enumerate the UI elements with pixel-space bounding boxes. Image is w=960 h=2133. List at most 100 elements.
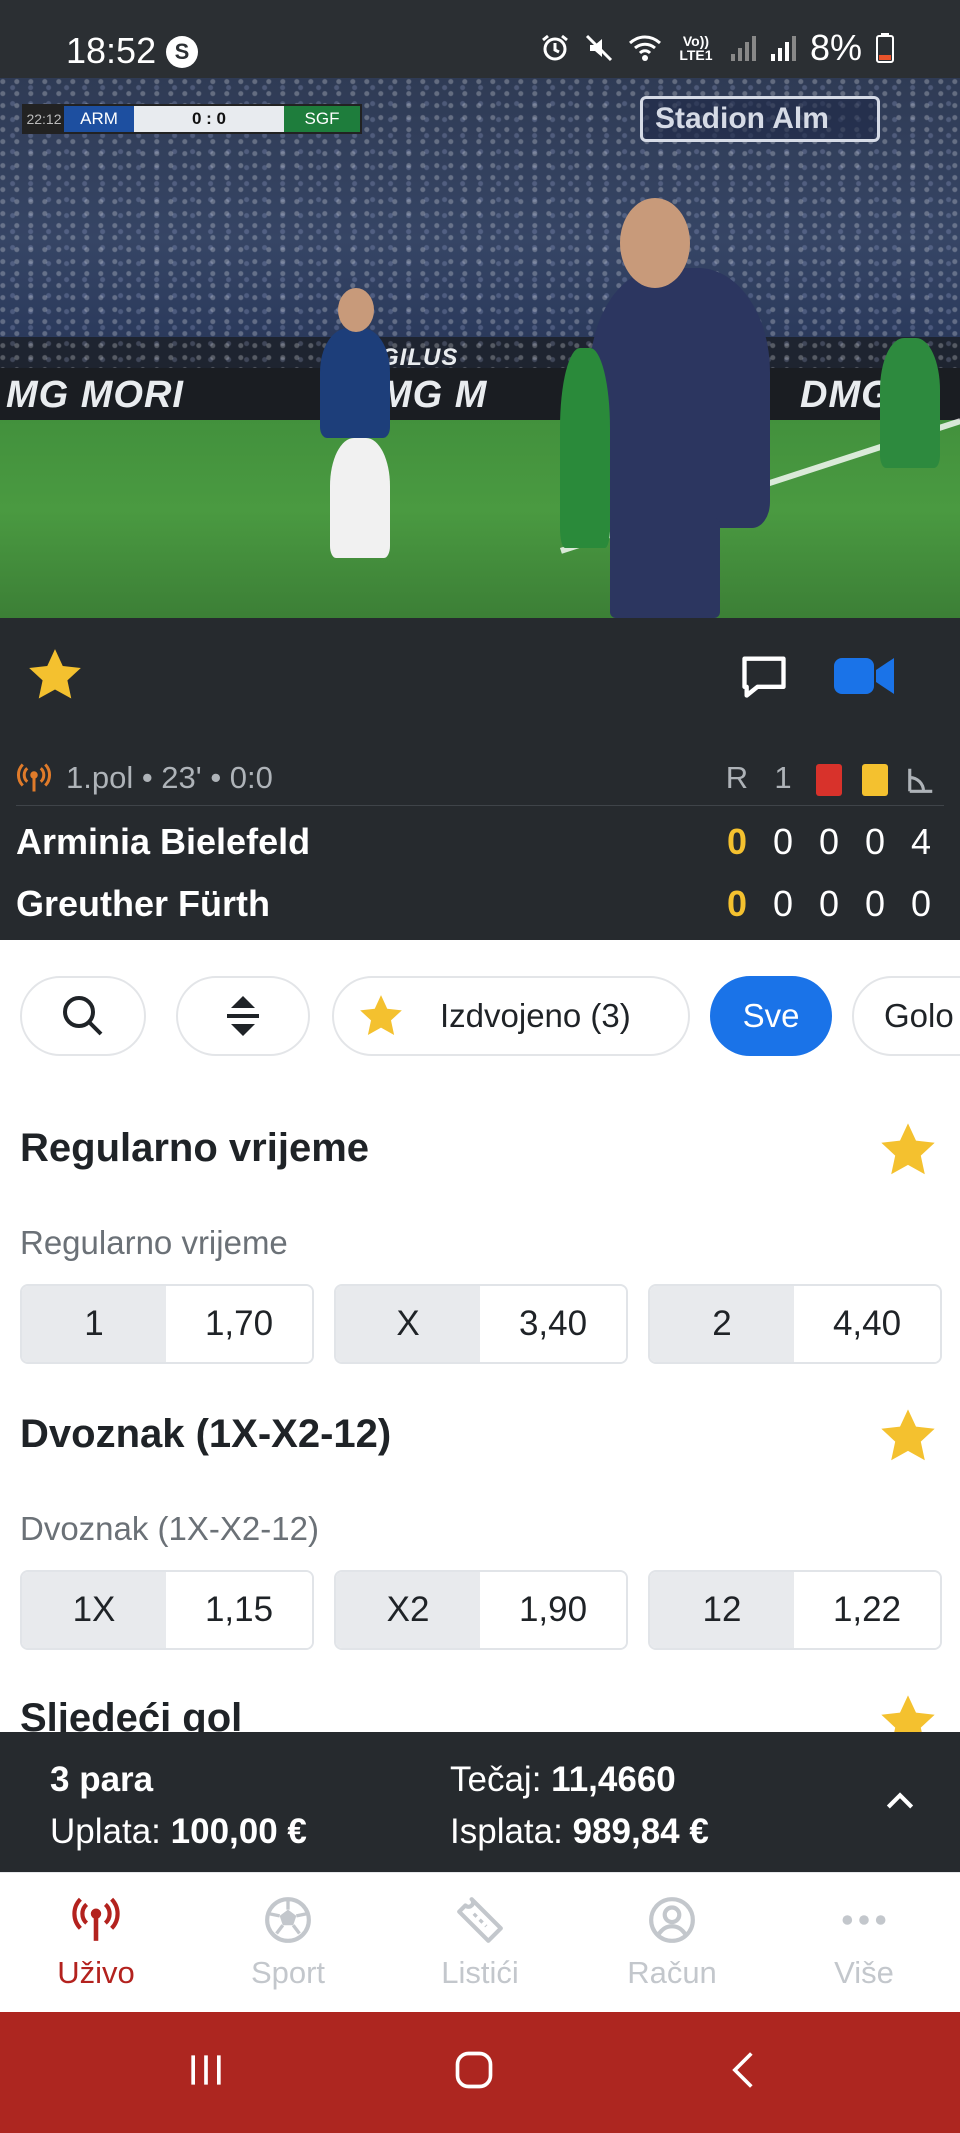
featured-chip-label: Izdvojeno (3) bbox=[440, 997, 631, 1034]
home-team-row: Arminia Bielefeld 0 0 0 0 4 bbox=[16, 812, 944, 872]
market-filter-bar: Izdvojeno (3) Sve Golo bbox=[0, 940, 960, 1090]
collapse-expand-chip[interactable] bbox=[176, 976, 310, 1056]
nav-label: Uživo bbox=[57, 1955, 135, 1990]
alarm-icon bbox=[542, 34, 568, 61]
more-dots-icon bbox=[842, 1915, 886, 1925]
away-stat: 0 bbox=[818, 883, 840, 924]
back-icon[interactable] bbox=[722, 2048, 766, 2092]
home-stat: 0 bbox=[772, 821, 794, 862]
odd-button[interactable]: 1 1,70 bbox=[20, 1284, 314, 1364]
network-type: Vo)) LTE1 bbox=[679, 33, 713, 63]
bottom-navigation: Uživo Sport Listići Račun Više bbox=[0, 1872, 960, 2012]
player-figure bbox=[880, 338, 940, 468]
odd-button[interactable]: 12 1,22 bbox=[648, 1570, 942, 1650]
nav-label: Više bbox=[834, 1955, 894, 1990]
away-stat: 0 bbox=[772, 883, 794, 924]
chevron-up-icon[interactable] bbox=[880, 1782, 920, 1822]
col-1: 1 bbox=[774, 760, 792, 795]
goals-chip[interactable]: Golo bbox=[852, 976, 960, 1056]
odd-value: 1,15 bbox=[166, 1572, 312, 1648]
collapse-expand-icon bbox=[227, 996, 259, 1036]
battery-percent: 8% bbox=[809, 27, 862, 68]
ticket-icon bbox=[457, 1897, 503, 1943]
status-time: 18:52 bbox=[66, 30, 157, 71]
player-head bbox=[338, 288, 374, 332]
recent-apps-icon[interactable] bbox=[184, 2048, 228, 2092]
odd-value: 1,90 bbox=[480, 1572, 626, 1648]
search-chip[interactable] bbox=[20, 976, 146, 1056]
video-scorebug: 22:12 ARM 0 : 0 SGF bbox=[22, 104, 362, 134]
odd-key: 1 bbox=[22, 1286, 166, 1362]
chat-icon[interactable] bbox=[738, 650, 790, 702]
goals-chip-label: Golo bbox=[884, 997, 954, 1034]
featured-chip[interactable]: Izdvojeno (3) bbox=[332, 976, 690, 1056]
stadium-board: Stadion Alm bbox=[640, 96, 880, 142]
star-icon[interactable] bbox=[876, 1404, 940, 1468]
home-icon[interactable] bbox=[452, 2048, 496, 2092]
nav-label: Listići bbox=[441, 1955, 519, 1990]
odds-row: 1X 1,15 X2 1,90 12 1,22 bbox=[20, 1570, 942, 1650]
nav-item-live[interactable]: Uživo bbox=[0, 1873, 192, 2013]
player-figure bbox=[560, 348, 610, 548]
scorebug-away: SGF bbox=[284, 106, 360, 132]
market-section-title: Regularno vrijeme bbox=[20, 1126, 370, 1170]
referee-head bbox=[620, 198, 690, 288]
ad-banner-text-1: MG MORI bbox=[6, 374, 184, 416]
odd-key: 1X bbox=[22, 1572, 166, 1648]
star-icon bbox=[360, 995, 402, 1035]
ad-banner-text-3: DMG bbox=[800, 374, 892, 416]
betslip-summary-bar[interactable]: 3 para Uplata: 100,00 € Tečaj: 11,4660 I… bbox=[0, 1732, 960, 1872]
nav-item-tickets[interactable]: Listići bbox=[384, 1873, 576, 2013]
odd-button[interactable]: 1X 1,15 bbox=[20, 1570, 314, 1650]
odd-value: 1,22 bbox=[794, 1572, 940, 1648]
all-chip[interactable]: Sve bbox=[710, 976, 832, 1056]
video-camera-icon[interactable] bbox=[834, 654, 894, 698]
star-icon[interactable] bbox=[876, 1118, 940, 1182]
stat-columns: R 1 bbox=[714, 758, 944, 798]
match-status: 1.pol • 23' • 0:0 bbox=[66, 760, 273, 795]
signal-icon-1 bbox=[730, 36, 756, 61]
home-stat: 0 bbox=[818, 821, 840, 862]
match-status-row: 1.pol • 23' • 0:0 R 1 bbox=[16, 758, 944, 806]
nav-item-more[interactable]: Više bbox=[768, 1873, 960, 2013]
nav-label: Sport bbox=[250, 1955, 326, 1990]
odd-value: 1,70 bbox=[166, 1286, 312, 1362]
red-card-icon bbox=[806, 760, 852, 796]
mute-icon bbox=[585, 34, 613, 62]
live-broadcast-icon bbox=[72, 1897, 120, 1941]
live-video-player[interactable]: Stadion Alm 22:12 ARM 0 : 0 SGF MG MORI … bbox=[0, 78, 960, 618]
match-toolbar bbox=[0, 618, 960, 740]
ad-signage-text: GILUS bbox=[380, 344, 459, 371]
odd-button[interactable]: X2 1,90 bbox=[334, 1570, 628, 1650]
odd-key: 12 bbox=[650, 1572, 794, 1648]
nav-item-sport[interactable]: Sport bbox=[192, 1873, 384, 2013]
yellow-card-icon bbox=[852, 760, 898, 796]
stake-value: 100,00 € bbox=[170, 1812, 307, 1851]
away-team-name: Greuther Fürth bbox=[16, 883, 271, 924]
scorebug-score: 0 : 0 bbox=[191, 109, 227, 128]
soccer-ball-icon bbox=[265, 1897, 311, 1943]
betslip-stake: Uplata: 100,00 € bbox=[50, 1812, 307, 1852]
odd-value: 3,40 bbox=[480, 1286, 626, 1362]
col-r: R bbox=[725, 760, 749, 795]
away-stat: 0 bbox=[910, 883, 932, 924]
odd-key: 2 bbox=[650, 1286, 794, 1362]
market-section-title: Dvoznak (1X-X2-12) bbox=[20, 1412, 392, 1456]
corner-icon bbox=[898, 760, 944, 796]
odds-label: Tečaj: bbox=[450, 1760, 542, 1799]
away-score: 0 bbox=[726, 883, 748, 924]
nav-item-account[interactable]: Račun bbox=[576, 1873, 768, 2013]
market-label: Dvoznak (1X-X2-12) bbox=[20, 1510, 319, 1547]
away-team-scores: 0 0 0 0 0 bbox=[714, 874, 944, 934]
star-icon[interactable] bbox=[24, 644, 86, 706]
status-icons: Vo)) LTE1 8% bbox=[540, 27, 894, 68]
betslip-odds: Tečaj: 11,4660 bbox=[450, 1760, 676, 1800]
odd-key: X2 bbox=[336, 1572, 480, 1648]
payout-value: 989,84 € bbox=[572, 1812, 709, 1851]
scorebug-clock: 22:12 bbox=[24, 106, 64, 132]
home-score: 0 bbox=[726, 821, 748, 862]
signal-icon-2 bbox=[770, 36, 796, 61]
away-team-row: Greuther Fürth 0 0 0 0 0 bbox=[16, 874, 944, 934]
odd-button[interactable]: 2 4,40 bbox=[648, 1284, 942, 1364]
odd-button[interactable]: X 3,40 bbox=[334, 1284, 628, 1364]
